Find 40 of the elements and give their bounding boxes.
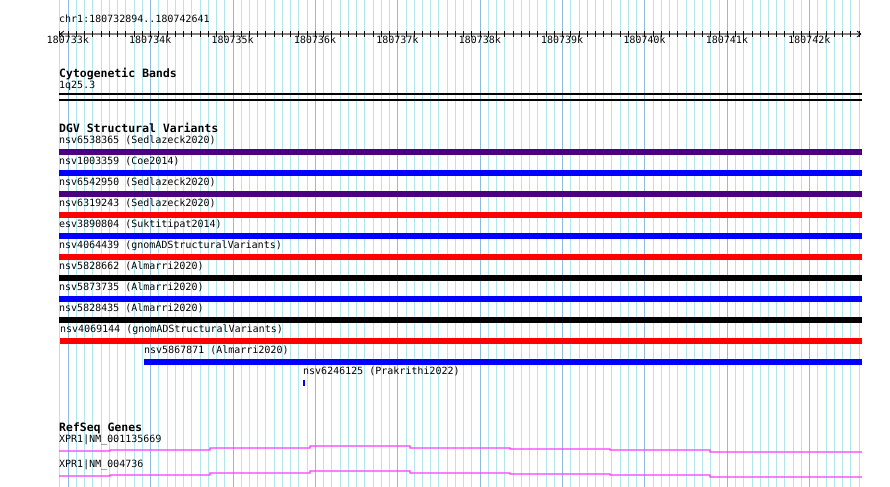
location-label: chr1:180732894..180742641 bbox=[59, 14, 210, 26]
variant-label: nsv6319243 (Sedlazeck2020) bbox=[59, 198, 216, 210]
variant-label: nsv1003359 (Coe2014) bbox=[59, 156, 180, 168]
variant-label: nsv5867871 (Almarri2020) bbox=[144, 345, 288, 357]
track-title: Cytogenetic Bands bbox=[59, 67, 177, 80]
variant-label: esv3890804 (Suktitipat2014) bbox=[59, 219, 222, 231]
track-title: DGV Structural Variants bbox=[59, 122, 218, 135]
variant-label: nsv6542950 (Sedlazeck2020) bbox=[59, 177, 216, 189]
variant-bar[interactable] bbox=[59, 317, 862, 323]
variant-bar[interactable] bbox=[59, 233, 862, 239]
variant-bar[interactable] bbox=[59, 191, 862, 197]
variant-label: nsv4069144 (gnomADStructuralVariants) bbox=[60, 324, 283, 336]
ruler-label: 180737k bbox=[376, 35, 418, 47]
ruler-label: 180742k bbox=[788, 35, 830, 47]
ruler-label: 180736k bbox=[294, 35, 336, 47]
variant-bar[interactable] bbox=[59, 254, 862, 260]
ruler-label: 180740k bbox=[623, 35, 666, 47]
variant-bar[interactable] bbox=[59, 275, 862, 281]
variant-label: nsv5873735 (Almarri2020) bbox=[59, 282, 204, 294]
variant-label: nsv6246125 (Prakrithi2022) bbox=[303, 366, 460, 378]
ruler-label: 180734k bbox=[129, 35, 172, 47]
variant-label: nsv5828662 (Almarri2020) bbox=[59, 261, 204, 273]
gene-label: XPR1|NM_004736 bbox=[59, 459, 144, 471]
variant-label: nsv4064439 (gnomADStructuralVariants) bbox=[59, 240, 282, 252]
variant-label: nsv6538365 (Sedlazeck2020) bbox=[59, 135, 216, 147]
gene-label: XPR1|NM_001135669 bbox=[59, 434, 162, 446]
variant-label: nsv5828435 (Almarri2020) bbox=[59, 303, 204, 315]
ruler-label: 180735k bbox=[211, 35, 254, 47]
variant-bar[interactable] bbox=[59, 296, 862, 302]
ruler-label: 180733k bbox=[46, 35, 89, 47]
ruler-label: 180739k bbox=[540, 35, 584, 47]
variant-bar[interactable] bbox=[59, 149, 862, 155]
variant-bar[interactable] bbox=[60, 338, 862, 344]
ruler-label: 180738k bbox=[458, 35, 501, 47]
band-label: 1q25.3 bbox=[59, 80, 96, 92]
ruler-label: 180741k bbox=[706, 35, 748, 47]
track-title: RefSeq Genes bbox=[59, 421, 142, 434]
variant-bar[interactable] bbox=[59, 212, 862, 218]
variant-bar[interactable] bbox=[144, 359, 862, 365]
variant-bar[interactable] bbox=[59, 170, 862, 176]
